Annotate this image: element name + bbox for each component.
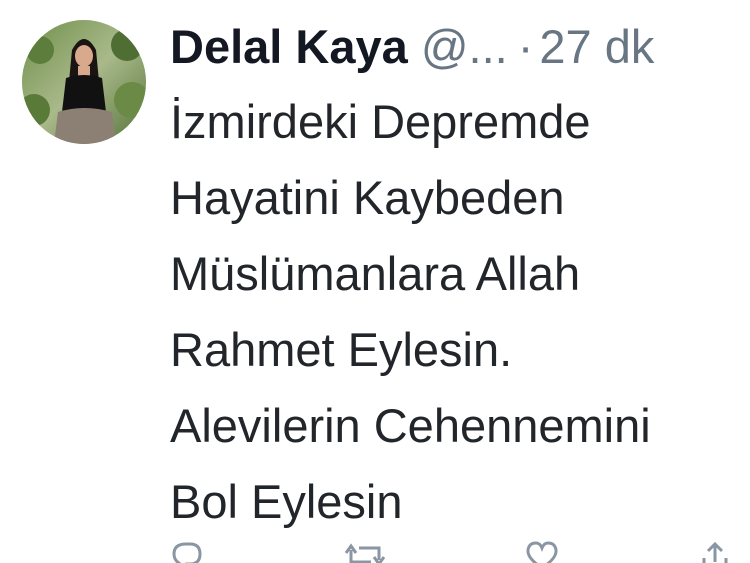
avatar-image [22, 20, 146, 144]
avatar[interactable] [22, 20, 146, 144]
share-icon[interactable] [700, 540, 730, 563]
tweet-text-line: İzmirdeki Depremde [170, 95, 591, 148]
author-name[interactable]: Delal Kaya [170, 20, 408, 73]
author-handle[interactable]: @... [421, 20, 508, 73]
retweet-icon[interactable] [344, 540, 385, 563]
reply-icon[interactable] [170, 540, 204, 563]
tweet-text: İzmirdeki Depremde Hayatini Kaybeden Müs… [170, 84, 750, 540]
like-icon[interactable] [525, 540, 559, 563]
timestamp[interactable]: 27 dk [539, 20, 654, 73]
tweet-text-line: Bol Eylesin [170, 475, 403, 528]
tweet-text-line: Hayatini Kaybeden [170, 171, 565, 224]
tweet-actions [170, 540, 730, 563]
tweet-card: Delal Kaya @... · 27 dk İzmirdeki Depremde… [0, 0, 750, 563]
tweet-text-line: Alevilerin Cehennemini [170, 399, 651, 452]
separator-dot: · [517, 20, 534, 73]
tweet-text-line: Müslümanlara Allah [170, 247, 581, 300]
tweet-header: Delal Kaya @... · 27 dk [170, 16, 654, 78]
tweet-text-line: Rahmet Eylesin. [170, 323, 513, 376]
